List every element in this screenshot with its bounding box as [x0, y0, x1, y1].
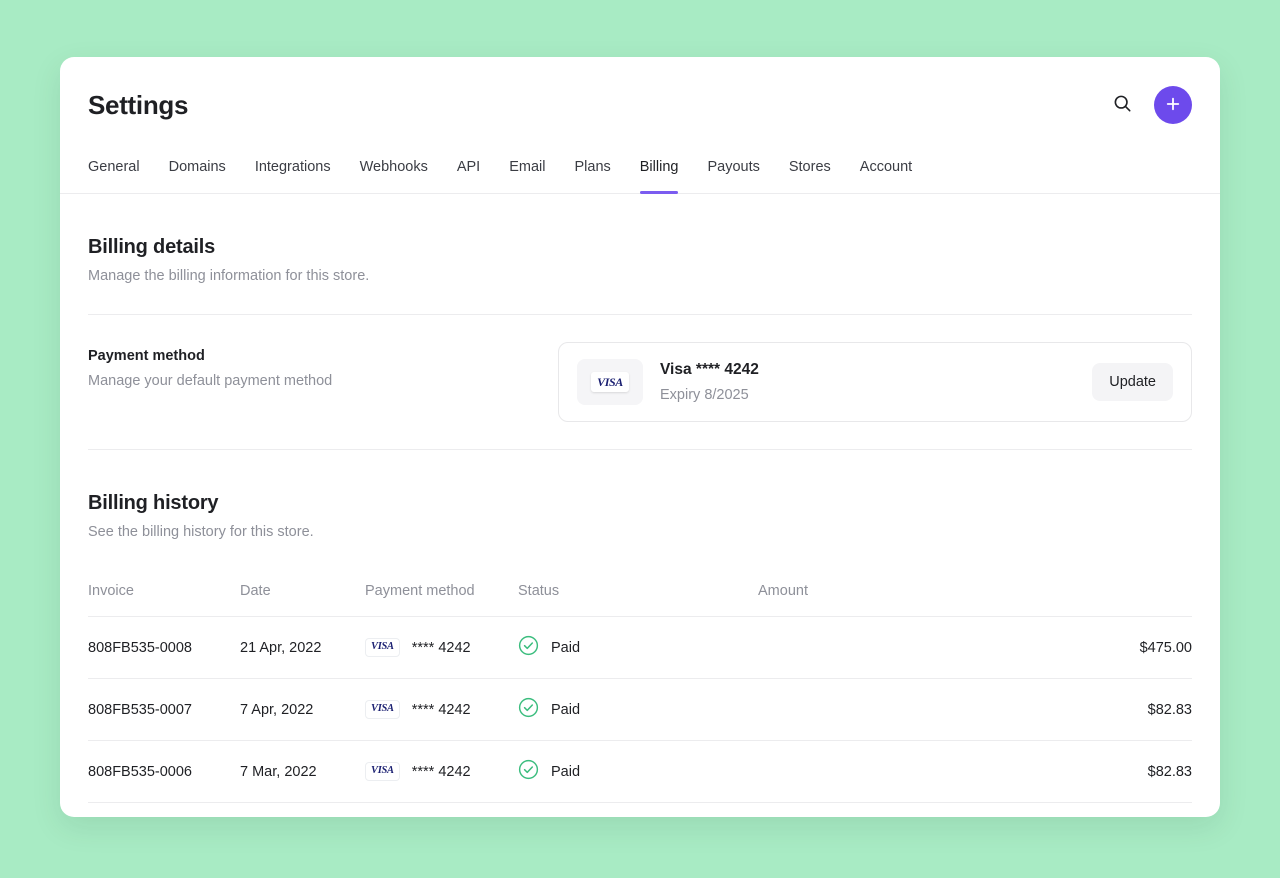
cell-payment-method: VISA **** 4242 — [365, 679, 518, 741]
check-circle-icon — [518, 697, 539, 722]
cell-amount: $82.83 — [758, 679, 1192, 741]
cell-card-number: **** 4242 — [412, 702, 471, 718]
tab-general[interactable]: General — [88, 159, 140, 193]
table-header-row: Invoice Date Payment method Status Amoun… — [88, 583, 1192, 617]
settings-window: Settings General — [60, 57, 1220, 817]
cell-invoice: 808FB535-0006 — [88, 741, 240, 803]
billing-history-title: Billing history — [88, 492, 1192, 515]
cell-status: Paid — [518, 679, 758, 741]
payment-method-row: Payment method Manage your default payme… — [60, 315, 1220, 422]
cell-invoice: 808FB535-0008 — [88, 617, 240, 679]
column-header-status: Status — [518, 583, 758, 617]
search-button[interactable] — [1109, 92, 1135, 118]
tab-plans[interactable]: Plans — [574, 159, 610, 193]
card-number: Visa **** 4242 — [660, 361, 1075, 379]
update-payment-method-button[interactable]: Update — [1092, 363, 1173, 401]
header-actions — [1109, 86, 1192, 124]
tab-account[interactable]: Account — [860, 159, 912, 193]
status-badge: Paid — [551, 640, 580, 656]
cell-amount: $475.00 — [758, 617, 1192, 679]
table-head: Invoice Date Payment method Status Amoun… — [88, 583, 1192, 617]
tab-billing[interactable]: Billing — [640, 159, 679, 193]
tab-api[interactable]: API — [457, 159, 480, 193]
payment-method-label-group: Payment method Manage your default payme… — [88, 342, 558, 389]
visa-logo-text: VISA — [371, 642, 394, 653]
check-circle-icon — [518, 759, 539, 784]
table-row[interactable]: 808FB535-0008 21 Apr, 2022 VISA **** 424… — [88, 617, 1192, 679]
cell-card-number: **** 4242 — [412, 640, 471, 656]
billing-history-subtitle: See the billing history for this store. — [88, 524, 1192, 540]
column-header-date: Date — [240, 583, 365, 617]
payment-method-card: VISA Visa **** 4242 Expiry 8/2025 Update — [558, 342, 1192, 422]
search-icon — [1113, 94, 1132, 116]
cell-status: Paid — [518, 741, 758, 803]
settings-tabs: General Domains Integrations Webhooks AP… — [60, 159, 1220, 194]
tab-webhooks[interactable]: Webhooks — [360, 159, 428, 193]
check-circle-icon — [518, 635, 539, 660]
status-badge: Paid — [551, 702, 580, 718]
add-button[interactable] — [1154, 86, 1192, 124]
visa-logo-text: VISA — [371, 766, 394, 777]
status-badge: Paid — [551, 764, 580, 780]
cell-date: 7 Mar, 2022 — [240, 741, 365, 803]
billing-details-section: Billing details Manage the billing infor… — [60, 194, 1220, 284]
plus-icon — [1165, 96, 1181, 115]
payment-method-description: Manage your default payment method — [88, 373, 558, 389]
card-expiry: Expiry 8/2025 — [660, 387, 1075, 403]
table-row[interactable]: 808FB535-0007 7 Apr, 2022 VISA **** 4242 — [88, 679, 1192, 741]
cell-date: 7 Apr, 2022 — [240, 679, 365, 741]
cell-payment-method: VISA **** 4242 — [365, 741, 518, 803]
tab-integrations[interactable]: Integrations — [255, 159, 331, 193]
table-body: 808FB535-0008 21 Apr, 2022 VISA **** 424… — [88, 617, 1192, 803]
cell-date: 21 Apr, 2022 — [240, 617, 365, 679]
tab-stores[interactable]: Stores — [789, 159, 831, 193]
cell-payment-method: VISA **** 4242 — [365, 617, 518, 679]
column-header-amount: Amount — [758, 583, 1192, 617]
visa-logo-tile: VISA — [577, 359, 643, 405]
column-header-invoice: Invoice — [88, 583, 240, 617]
billing-details-subtitle: Manage the billing information for this … — [88, 268, 1192, 284]
visa-logo: VISA — [365, 638, 400, 657]
payment-method-info: Visa **** 4242 Expiry 8/2025 — [660, 361, 1075, 403]
tab-payouts[interactable]: Payouts — [707, 159, 759, 193]
cell-invoice: 808FB535-0007 — [88, 679, 240, 741]
page-title: Settings — [88, 90, 188, 121]
visa-logo: VISA — [365, 700, 400, 719]
page-header: Settings — [60, 57, 1220, 124]
visa-logo-text: VISA — [371, 704, 394, 715]
billing-history-section: Billing history See the billing history … — [60, 450, 1220, 803]
visa-logo-text: VISA — [597, 376, 623, 388]
billing-details-title: Billing details — [88, 236, 1192, 259]
cell-card-number: **** 4242 — [412, 764, 471, 780]
visa-logo: VISA — [365, 762, 400, 781]
billing-history-table: Invoice Date Payment method Status Amoun… — [88, 583, 1192, 803]
cell-status: Paid — [518, 617, 758, 679]
cell-amount: $82.83 — [758, 741, 1192, 803]
payment-method-label: Payment method — [88, 348, 558, 364]
tab-domains[interactable]: Domains — [169, 159, 226, 193]
tab-email[interactable]: Email — [509, 159, 545, 193]
column-header-payment-method: Payment method — [365, 583, 518, 617]
table-row[interactable]: 808FB535-0006 7 Mar, 2022 VISA **** 4242 — [88, 741, 1192, 803]
visa-logo: VISA — [591, 372, 629, 392]
